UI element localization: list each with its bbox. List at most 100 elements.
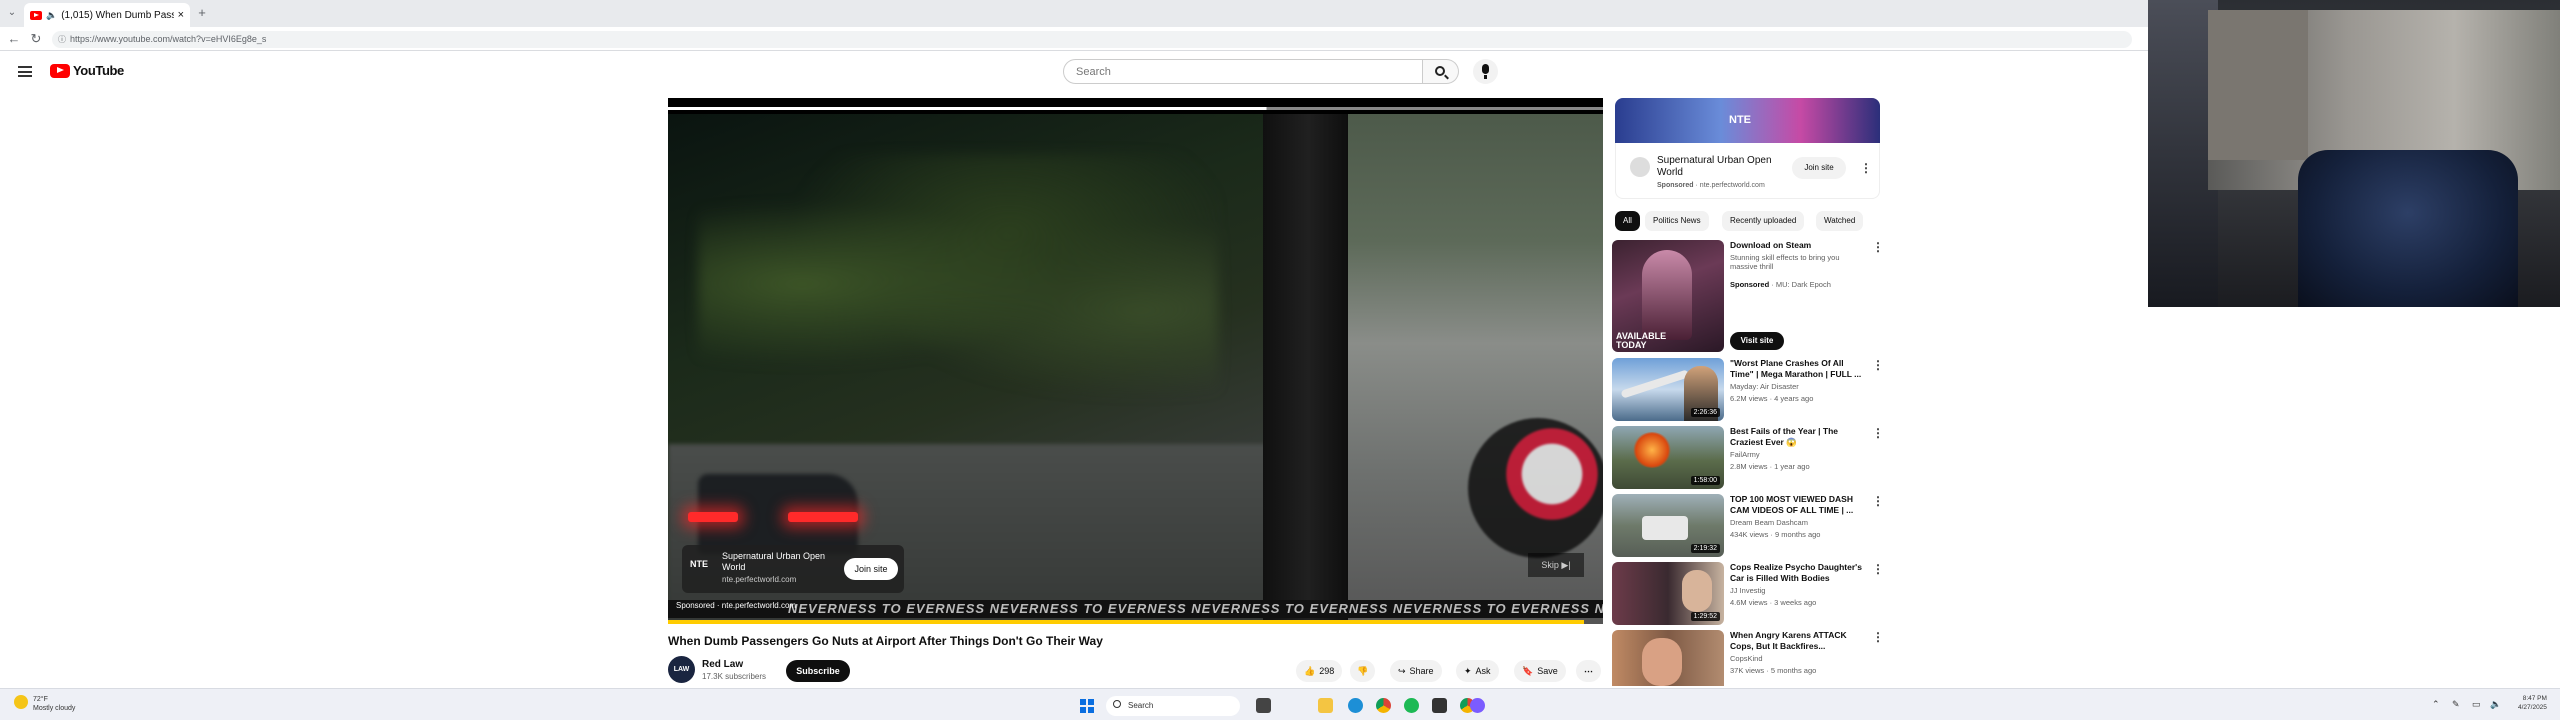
video-title: When Dumb Passengers Go Nuts at Airport … — [668, 634, 1103, 648]
sidebar-ad-title: Supernatural Urban Open World — [1657, 155, 1772, 178]
skip-ad-button[interactable]: Skip ▶| — [1528, 553, 1584, 577]
sidebar-ad-banner[interactable]: NTE — [1615, 98, 1880, 143]
car-taillight-left — [688, 512, 738, 522]
list-item[interactable]: 2:19:32 TOP 100 MOST VIEWED DASH CAM VID… — [1612, 494, 1887, 560]
sidebar-ad-domain: nte.perfectworld.com — [1699, 182, 1765, 189]
sponsored-rec-sponsored: Sponsored — [1730, 280, 1770, 289]
messenger-icon[interactable] — [1470, 698, 1485, 713]
chrome-browser-icon[interactable] — [1376, 698, 1391, 713]
file-explorer-icon[interactable] — [1318, 698, 1333, 713]
channel-name[interactable]: Red Law — [702, 659, 743, 670]
like-button[interactable]: 👍 298 — [1296, 660, 1343, 682]
rec-channel: Dream Beam Dashcam — [1730, 518, 1808, 527]
thumb-face — [1642, 638, 1682, 686]
url-text: https://www.youtube.com/watch?v=eHVI6Eg8… — [70, 34, 267, 44]
back-arrow-icon[interactable]: ← — [6, 31, 22, 47]
thumb-figure — [1642, 250, 1692, 340]
chip-politics-news[interactable]: Politics News — [1645, 211, 1709, 231]
share-button[interactable]: ↪ Share — [1390, 660, 1442, 682]
more-vertical-icon[interactable]: ⋮ — [1872, 494, 1884, 508]
taskbar-search-label: Search — [1128, 701, 1154, 710]
list-item[interactable]: 1:29:52 Cops Realize Psycho Daughter's C… — [1612, 562, 1887, 628]
speaker-icon[interactable]: 🔈 — [46, 10, 57, 21]
taskbar-search-input[interactable]: Search — [1106, 696, 1240, 716]
list-item[interactable]: 2:26:36 "Worst Plane Crashes Of All Time… — [1612, 358, 1887, 424]
ad-join-site-button[interactable]: Join site — [844, 558, 898, 580]
dislike-button[interactable]: 👎 — [1350, 660, 1376, 682]
ad-progress-bar[interactable] — [668, 620, 1603, 624]
list-item[interactable]: 1:58:00 Best Fails of the Year | The Cra… — [1612, 426, 1887, 492]
volume-icon[interactable]: 🔈 — [2490, 699, 2501, 710]
more-vertical-icon[interactable]: ⋮ — [1872, 358, 1884, 372]
share-label: Share — [1409, 666, 1434, 676]
ask-button[interactable]: ✦ Ask — [1456, 660, 1499, 682]
webcam-overlay — [2148, 0, 2560, 307]
search-input[interactable]: Search — [1063, 59, 1423, 84]
spotify-icon[interactable] — [1404, 698, 1419, 713]
chip-all[interactable]: All — [1615, 211, 1640, 231]
sparkle-icon: ✦ — [1464, 665, 1472, 676]
rec-meta: 6.2M views · 4 years ago — [1730, 394, 1814, 403]
url-field[interactable]: ⓘ https://www.youtube.com/watch?v=eHVI6E… — [52, 31, 2132, 48]
more-vertical-icon[interactable]: ⋮ — [1872, 240, 1884, 254]
sponsored-rec-title: Download on Steam — [1730, 240, 1812, 250]
more-vertical-icon[interactable]: ⋮ — [1860, 161, 1872, 175]
browser-tab[interactable]: 🔈 (1,015) When Dumb Passeng... × — [24, 3, 190, 27]
sidebar-join-site-button[interactable]: Join site — [1792, 157, 1846, 179]
video-player[interactable]: NTE Supernatural Urban Open World nte.pe… — [668, 98, 1603, 624]
task-view-icon[interactable] — [1256, 698, 1271, 713]
chip-watched[interactable]: Watched — [1816, 211, 1864, 231]
rec-title: "Worst Plane Crashes Of All Time" | Mega… — [1730, 358, 1862, 379]
more-vertical-icon[interactable]: ⋮ — [1872, 562, 1884, 576]
advertiser-avatar — [1630, 157, 1650, 177]
channel-avatar[interactable]: LAW — [668, 656, 695, 683]
list-item[interactable]: When Angry Karens ATTACK Cops, But It Ba… — [1612, 630, 1887, 686]
search-button[interactable] — [1423, 59, 1459, 84]
weather-text: 72°F Mostly cloudy — [33, 695, 75, 713]
more-vertical-icon[interactable]: ⋮ — [1872, 426, 1884, 440]
new-tab-button[interactable]: + — [194, 5, 210, 21]
share-arrow-icon: ↪ — [1398, 665, 1406, 676]
duration-badge: 1:58:00 — [1690, 476, 1720, 485]
site-info-icon[interactable]: ⓘ — [58, 34, 66, 45]
ask-label: Ask — [1475, 666, 1491, 676]
more-actions-button[interactable]: ⋯ — [1576, 660, 1601, 682]
more-vertical-icon[interactable]: ⋮ — [1872, 630, 1884, 644]
voice-search-mic-icon[interactable] — [1473, 59, 1498, 84]
ad-url: nte.perfectworld.com — [722, 575, 797, 584]
hamburger-menu-icon[interactable] — [18, 66, 32, 77]
system-clock[interactable]: 8:47 PM 4/27/2025 — [2518, 694, 2547, 712]
youtube-logo[interactable]: YouTube — [50, 63, 124, 78]
tab-list-chevron-icon[interactable]: ⌄ — [4, 5, 20, 21]
video-thumbnail[interactable]: 2:19:32 — [1612, 494, 1724, 557]
sidebar-ad-card[interactable]: Supernatural Urban Open World Sponsored … — [1615, 143, 1880, 199]
tray-chevron-icon[interactable]: ⌃ — [2432, 699, 2440, 710]
sponsored-thumbnail[interactable]: AVAILABLE TODAY — [1612, 240, 1724, 352]
app-icon[interactable] — [1432, 698, 1447, 713]
video-thumbnail[interactable]: 2:26:36 — [1612, 358, 1724, 421]
video-thumbnail[interactable]: 1:58:00 — [1612, 426, 1724, 489]
webcam-door — [2208, 10, 2308, 160]
reload-icon[interactable]: ↻ — [28, 31, 44, 47]
ad-banner-logo: NTE — [1729, 114, 1751, 126]
video-thumbnail[interactable] — [1612, 630, 1724, 686]
youtube-header: YouTube Search — [0, 51, 2148, 93]
windows-start-icon[interactable] — [1080, 699, 1094, 713]
save-button[interactable]: 🔖 Save — [1514, 660, 1566, 682]
pen-tray-icon[interactable]: ✎ — [2452, 699, 2460, 710]
weather-widget[interactable]: 72°F Mostly cloudy — [14, 695, 75, 713]
foliage-blur — [698, 154, 1218, 414]
ad-overlay-card[interactable]: NTE Supernatural Urban Open World nte.pe… — [682, 545, 904, 593]
chip-recently-uploaded[interactable]: Recently uploaded — [1722, 211, 1805, 231]
video-thumbnail[interactable]: 1:29:52 — [1612, 562, 1724, 625]
sidebar-ad-sponsored: Sponsored — [1657, 182, 1694, 189]
windows-taskbar: 72°F Mostly cloudy Search ⌃ ✎ ▭ 🔈 8:47 P… — [0, 688, 2560, 720]
tab-close-icon[interactable]: × — [178, 9, 184, 21]
edge-browser-icon[interactable] — [1348, 698, 1363, 713]
rec-channel: FailArmy — [1730, 450, 1760, 459]
sponsored-recommendation[interactable]: AVAILABLE TODAY Download on Steam Stunni… — [1612, 240, 1887, 352]
network-icon[interactable]: ▭ — [2472, 699, 2481, 710]
visit-site-button[interactable]: Visit site — [1730, 332, 1784, 350]
subscribe-button[interactable]: Subscribe — [786, 660, 850, 682]
search-icon — [1435, 66, 1445, 76]
